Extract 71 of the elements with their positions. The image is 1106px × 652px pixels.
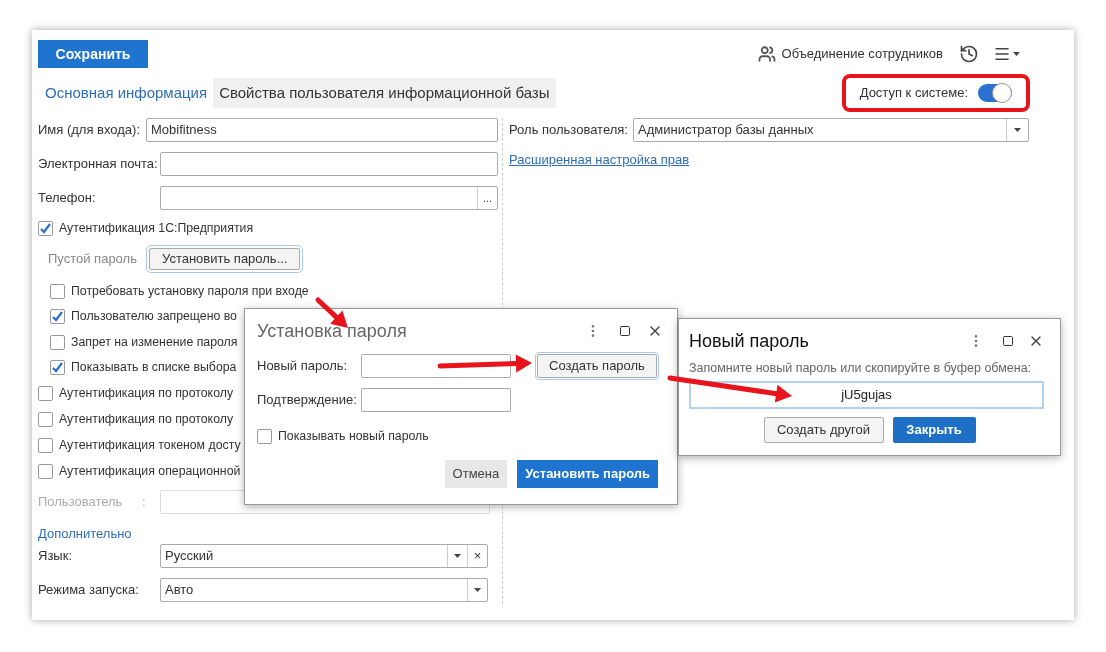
- field-label: Новый пароль:: [257, 357, 349, 376]
- field-label: Подтверждение:: [257, 391, 358, 410]
- create-another-button[interactable]: Создать другой: [763, 416, 884, 443]
- checkbox[interactable]: [38, 386, 53, 401]
- generate-password-button[interactable]: Создать пароль: [537, 354, 657, 378]
- set-password-button[interactable]: Установить пароль: [517, 460, 658, 488]
- checkbox[interactable]: [50, 283, 65, 299]
- input-field[interactable]: [160, 152, 498, 176]
- checkbox[interactable]: [257, 428, 272, 444]
- checkbox[interactable]: [50, 334, 65, 350]
- menu-button[interactable]: [993, 45, 1020, 63]
- checkbox-label: Пользователю запрещено во: [71, 308, 237, 326]
- checkbox-label: Аутентификация токеном досту: [59, 437, 241, 455]
- choose-button[interactable]: ...: [477, 187, 497, 209]
- checkbox[interactable]: [38, 220, 53, 236]
- hint-text: Запомните новый пароль или скопируйте в буфер обмена:: [689, 360, 1033, 377]
- history-icon[interactable]: [959, 44, 979, 64]
- checkbox[interactable]: [50, 360, 65, 375]
- section-link[interactable]: Дополнительно: [38, 523, 132, 540]
- maximize-icon[interactable]: [619, 325, 631, 337]
- caret-icon: [454, 553, 461, 558]
- checkbox-label: Показывать новый пароль: [278, 427, 429, 445]
- field-label: Режима запуска:: [38, 580, 140, 599]
- dropdown-field[interactable]: Авто: [160, 577, 488, 602]
- dropdown-field[interactable]: Администратор базы данных: [633, 118, 1029, 142]
- field-label: :: [142, 492, 147, 511]
- access-label: Доступ к системе:: [859, 84, 968, 103]
- checkbox[interactable]: [38, 412, 53, 427]
- checkbox-label: Потребовать установку пароля при входе: [71, 282, 309, 300]
- caret-icon: [474, 587, 481, 592]
- close-button[interactable]: Закрыть: [892, 416, 976, 443]
- merge-employees-button[interactable]: Объединение сотрудников: [757, 44, 943, 64]
- clear-button[interactable]: ×: [467, 544, 487, 567]
- field-label: Имя (для входа):: [38, 121, 142, 140]
- dialog-title: Установка пароля: [257, 319, 408, 343]
- checkbox-label: Аутентификация операционной: [59, 463, 241, 481]
- field-label: Пользователь: [38, 492, 124, 511]
- input-field[interactable]: Mobifitness: [146, 118, 498, 142]
- dropdown-value: Администратор базы данных: [637, 121, 815, 140]
- checkbox[interactable]: [50, 309, 65, 324]
- dropdown-field[interactable]: Русский ×: [160, 543, 488, 568]
- caret-icon: [1013, 52, 1020, 56]
- dropdown-value: Русский: [164, 546, 215, 565]
- password-field[interactable]: [361, 388, 511, 412]
- maximize-icon[interactable]: [1002, 335, 1014, 347]
- rights-link[interactable]: Расширенная настройка прав: [509, 150, 690, 170]
- status-label: Пустой пароль: [48, 250, 138, 269]
- access-toggle[interactable]: [978, 84, 1012, 102]
- menu-icon: [993, 45, 1011, 63]
- checkbox[interactable]: [38, 438, 53, 453]
- checkbox-label: Показывать в списке выбора: [71, 359, 237, 377]
- save-button[interactable]: Сохранить: [38, 40, 148, 68]
- field-label: Язык:: [38, 546, 73, 565]
- dialog-title: Новый пароль: [689, 329, 810, 353]
- input-field[interactable]: ...: [160, 186, 498, 210]
- people-icon: [757, 45, 776, 63]
- checkbox-label: Аутентификация 1С:Предприятия: [59, 219, 254, 237]
- checkbox-label: Аутентификация по протоколу: [59, 411, 234, 429]
- caret-icon: [1014, 128, 1021, 132]
- checkbox-label: Запрет на изменение пароля: [71, 333, 238, 351]
- field-label: Роль пользователя:: [509, 121, 629, 140]
- password-field[interactable]: [361, 354, 511, 378]
- password-field[interactable]: jU5gujas: [689, 380, 1044, 409]
- cancel-button[interactable]: Отмена: [444, 460, 508, 488]
- checkbox-label: Аутентификация по протоколу: [59, 385, 234, 403]
- checkbox[interactable]: [38, 464, 53, 479]
- tab[interactable]: Свойства пользователя информационной базы: [213, 78, 556, 108]
- set-password-button[interactable]: Установить пароль...: [149, 248, 301, 270]
- field-label: Телефон:: [38, 189, 97, 208]
- dropdown-value: Авто: [164, 580, 195, 599]
- field-label: Электронная почта:: [38, 155, 159, 174]
